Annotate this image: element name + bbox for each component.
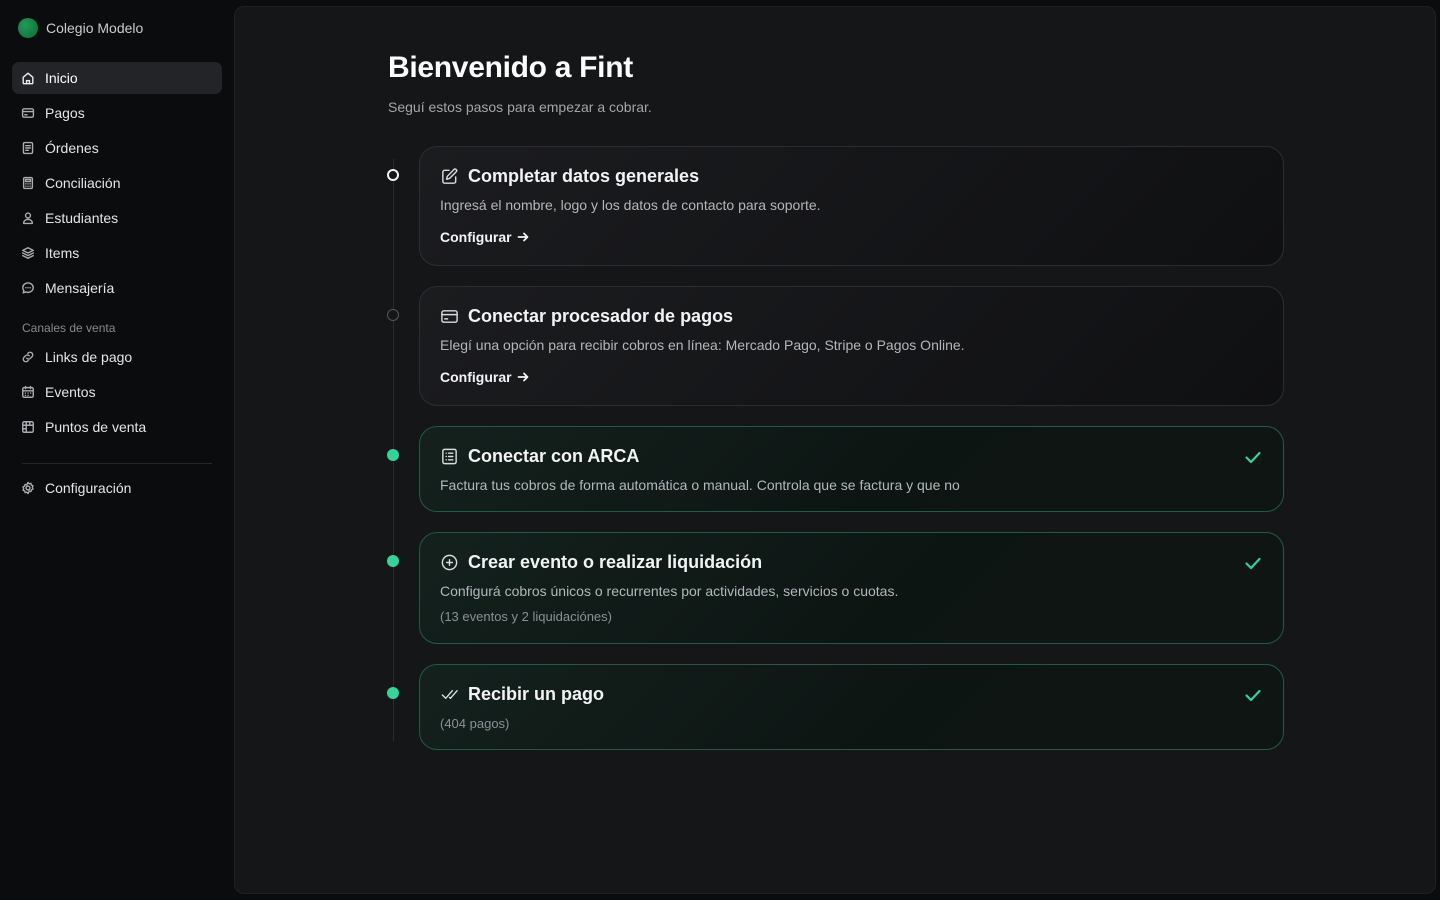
sidebar-item-puntos-de-venta[interactable]: Puntos de venta [12, 411, 222, 443]
step-header: Completar datos generales [440, 166, 699, 187]
chat-bubble-icon [22, 282, 34, 294]
sidebar-item-label: Conciliación [45, 175, 121, 191]
home-icon [22, 72, 34, 85]
check-icon [1245, 451, 1261, 464]
main-panel: Bienvenido a Fint Seguí estos pasos para… [234, 6, 1436, 894]
sidebar: Colegio Modelo Inicio Pagos Órdenes Conc… [0, 0, 234, 900]
configure-label: Configurar [440, 229, 512, 245]
step-card-datos-generales: Completar datos generales Ingresá el nom… [419, 146, 1284, 266]
step-card-arca: Conectar con ARCA Factura tus cobros de … [419, 426, 1284, 512]
sidebar-item-configuracion[interactable]: Configuración [12, 472, 222, 504]
arrow-right-icon [517, 232, 528, 242]
edit-icon [442, 168, 458, 184]
calculator-icon [22, 176, 34, 190]
plus-circle-icon [441, 554, 458, 571]
step-indicator-done [387, 687, 399, 699]
layers-icon [22, 247, 34, 259]
step-card-recibir-pago: Recibir un pago (404 pagos) [419, 664, 1284, 750]
sidebar-item-label: Órdenes [45, 140, 99, 156]
step-description: Configurá cobros únicos o recurrentes po… [440, 583, 899, 599]
sidebar-item-label: Puntos de venta [45, 419, 147, 435]
credit-card-icon [441, 310, 458, 323]
sidebar-item-estudiantes[interactable]: Estudiantes [12, 202, 222, 234]
step-indicator-done [387, 555, 399, 567]
sidebar-item-eventos[interactable]: Eventos [12, 376, 222, 408]
step-complete-check [1243, 447, 1263, 467]
step-header: Conectar con ARCA [440, 446, 639, 467]
document-icon [22, 141, 34, 155]
step-count-summary: (13 eventos y 2 liquidaciónes) [440, 609, 612, 624]
page-title: Bienvenido a Fint [388, 51, 633, 84]
sidebar-item-label: Eventos [45, 384, 96, 400]
arrow-right-icon [517, 372, 528, 382]
step-title: Crear evento o realizar liquidación [468, 552, 763, 572]
check-icon [1245, 557, 1261, 570]
configure-general-data-link[interactable]: Configurar [440, 229, 529, 245]
step-header: Recibir un pago [440, 684, 604, 705]
step-card-evento-liquidacion: Crear evento o realizar liquidación Conf… [419, 532, 1284, 644]
sidebar-item-label: Mensajería [45, 280, 115, 296]
step-title: Completar datos generales [468, 166, 700, 186]
step-title: Recibir un pago [468, 684, 605, 704]
sidebar-item-label: Estudiantes [45, 210, 119, 226]
step-title: Conectar procesador de pagos [468, 306, 734, 326]
sidebar-item-label: Inicio [45, 70, 78, 86]
configure-label: Configurar [440, 369, 512, 385]
step-header: Conectar procesador de pagos [440, 306, 733, 327]
step-description: Ingresá el nombre, logo y los datos de c… [440, 197, 821, 213]
calendar-icon [22, 385, 34, 398]
org-name: Colegio Modelo [46, 20, 144, 36]
sidebar-item-conciliacion[interactable]: Conciliación [12, 167, 222, 199]
double-check-icon [441, 689, 458, 700]
sidebar-item-items[interactable]: Items [12, 237, 222, 269]
sidebar-item-label: Configuración [45, 480, 132, 496]
step-header: Crear evento o realizar liquidación [440, 552, 762, 573]
step-description: Elegí una opción para recibir cobros en … [440, 337, 965, 353]
page-subtitle: Seguí estos pasos para empezar a cobrar. [388, 99, 652, 115]
organization-switcher[interactable]: Colegio Modelo [18, 18, 143, 38]
step-count-summary: (404 pagos) [440, 716, 510, 731]
step-indicator-done [387, 449, 399, 461]
step-card-procesador-pagos: Conectar procesador de pagos Elegí una o… [419, 286, 1284, 406]
sidebar-item-label: Items [45, 245, 80, 261]
gear-icon [22, 481, 34, 495]
sidebar-item-pagos[interactable]: Pagos [12, 97, 222, 129]
configure-payment-processor-link[interactable]: Configurar [440, 369, 529, 385]
list-document-icon [442, 448, 457, 465]
sidebar-divider [22, 463, 212, 464]
step-complete-check [1243, 685, 1263, 705]
step-description: Factura tus cobros de forma automática o… [440, 477, 960, 493]
check-icon [1245, 689, 1261, 702]
store-icon [22, 421, 34, 433]
sidebar-item-links-de-pago[interactable]: Links de pago [12, 341, 222, 373]
org-avatar [18, 18, 38, 38]
credit-card-icon [21, 108, 35, 118]
step-complete-check [1243, 553, 1263, 573]
step-indicator-current [387, 169, 399, 181]
section-label-canales: Canales de venta [22, 321, 116, 335]
sidebar-item-label: Pagos [45, 105, 85, 121]
sidebar-item-mensajeria[interactable]: Mensajería [12, 272, 222, 304]
step-title: Conectar con ARCA [468, 446, 640, 466]
sidebar-item-inicio[interactable]: Inicio [12, 62, 222, 94]
step-indicator-pending [387, 309, 399, 321]
sidebar-item-label: Links de pago [45, 349, 133, 365]
user-icon [22, 212, 34, 225]
link-icon [22, 351, 34, 363]
app-window: Colegio Modelo Inicio Pagos Órdenes Conc… [0, 0, 1440, 900]
sidebar-item-ordenes[interactable]: Órdenes [12, 132, 222, 164]
